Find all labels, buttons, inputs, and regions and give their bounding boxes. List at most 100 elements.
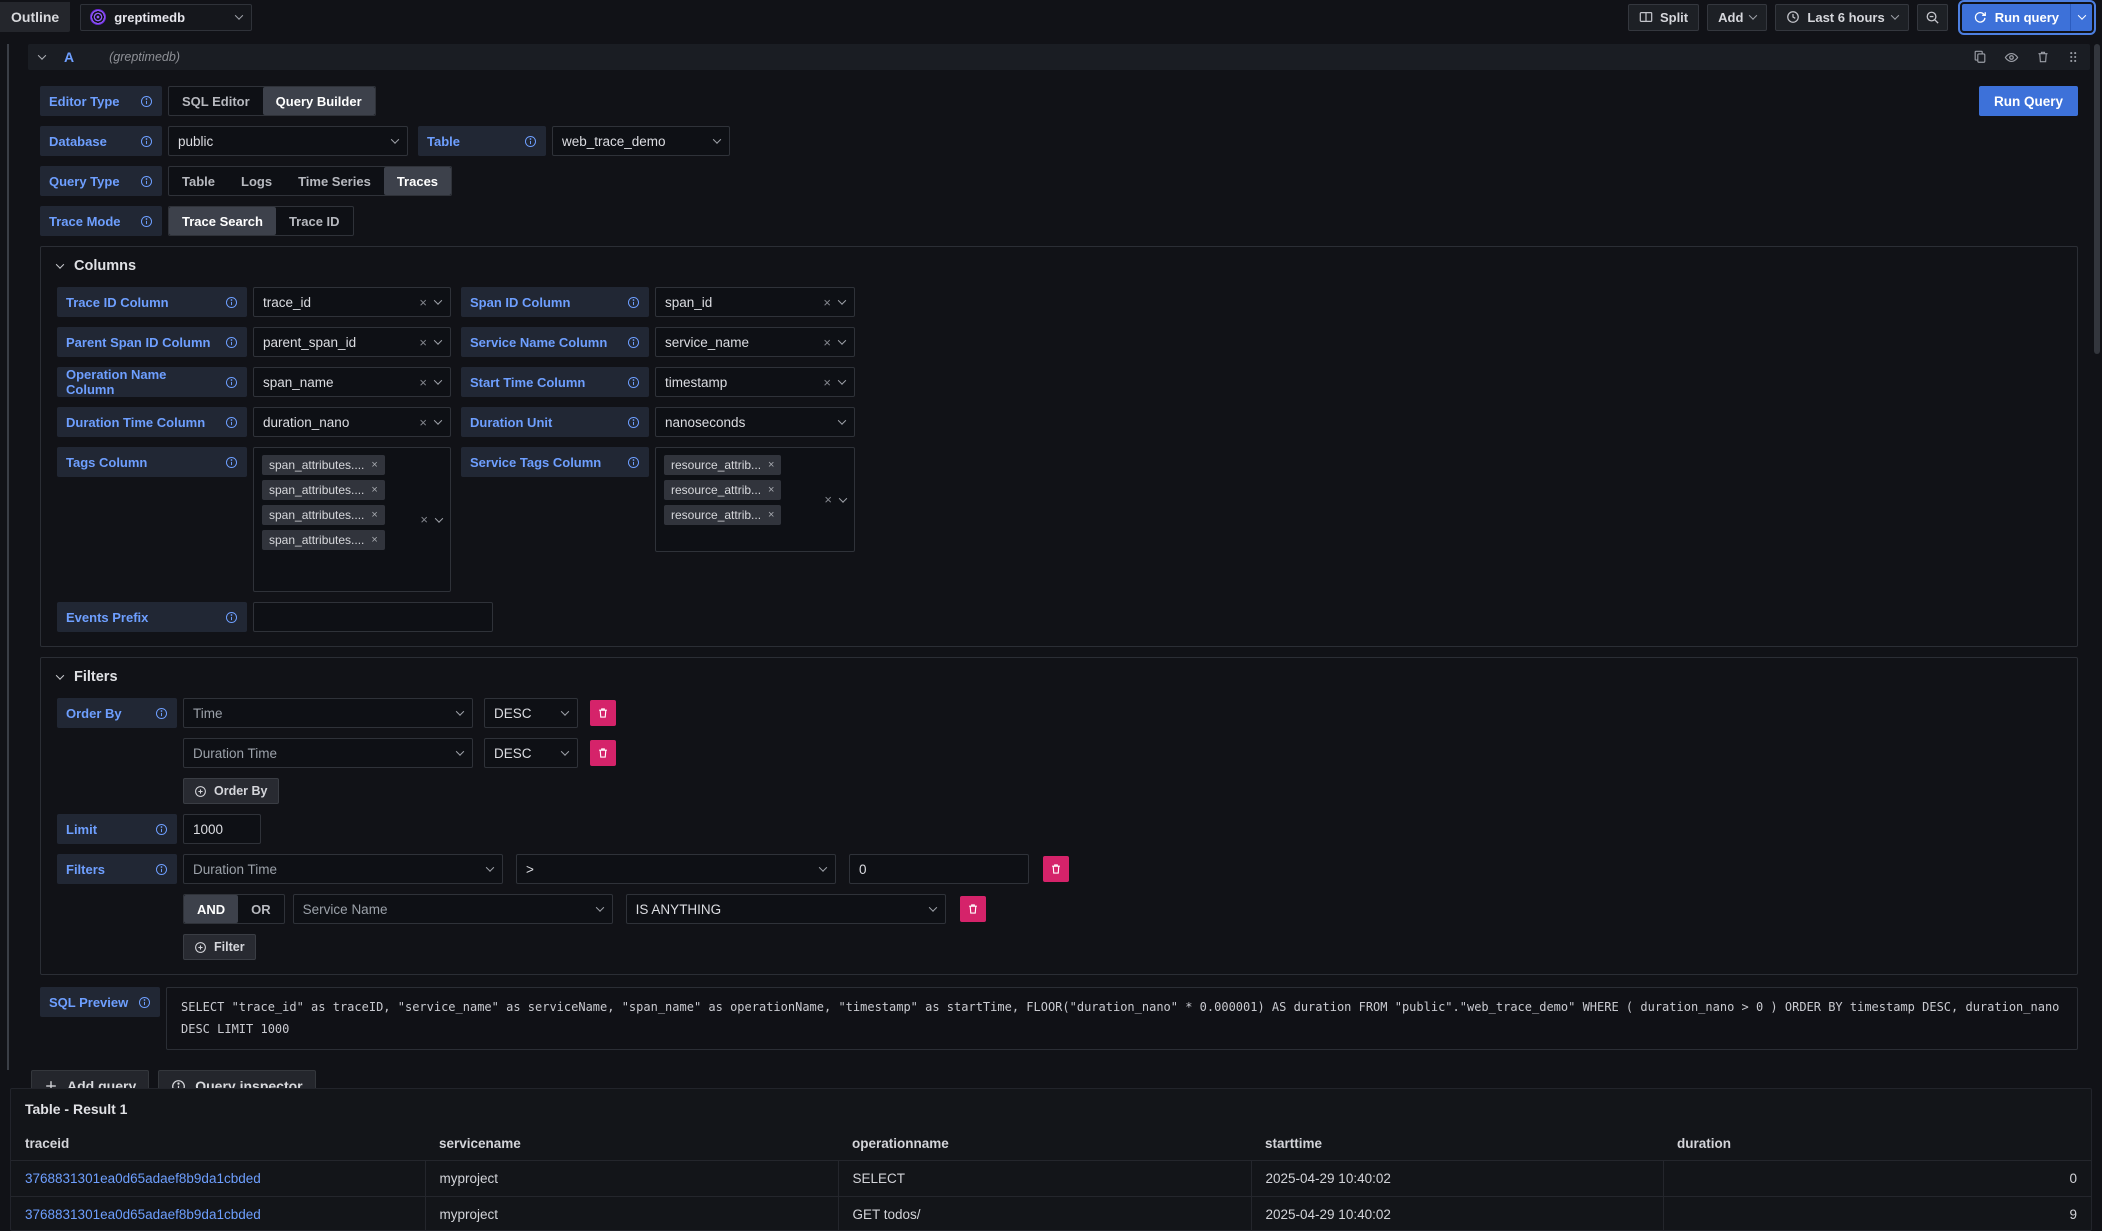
- query-row-header[interactable]: A (greptimedb): [28, 44, 2090, 70]
- filter-field-select[interactable]: Service Name: [293, 894, 613, 924]
- outline-toggle-button[interactable]: Outline: [0, 2, 70, 32]
- service-tags-column-multiselect[interactable]: resource_attrib...× resource_attrib...× …: [655, 447, 855, 552]
- info-icon[interactable]: [140, 95, 153, 108]
- column-header-traceid[interactable]: traceid: [11, 1127, 425, 1161]
- trace-id-column-select[interactable]: trace_id ×: [253, 287, 451, 317]
- column-header-operationname[interactable]: operationname: [838, 1127, 1251, 1161]
- clear-icon[interactable]: ×: [419, 415, 427, 430]
- column-header-starttime[interactable]: starttime: [1251, 1127, 1663, 1161]
- editor-run-query-button[interactable]: Run Query: [1979, 86, 2078, 116]
- info-icon[interactable]: [140, 175, 153, 188]
- info-icon[interactable]: [138, 996, 151, 1009]
- duration-time-column-select[interactable]: duration_nano ×: [253, 407, 451, 437]
- hide-response-eye-icon[interactable]: [2004, 50, 2019, 65]
- span-id-column-select[interactable]: span_id ×: [655, 287, 855, 317]
- info-icon[interactable]: [627, 416, 640, 429]
- add-filter-button[interactable]: Filter: [183, 934, 256, 960]
- query-type-option-traces[interactable]: Traces: [384, 167, 451, 195]
- info-icon[interactable]: [140, 135, 153, 148]
- query-type-option-time-series[interactable]: Time Series: [285, 167, 384, 195]
- filter-logic-and[interactable]: AND: [184, 895, 238, 923]
- clear-icon[interactable]: ×: [420, 512, 428, 527]
- time-range-picker[interactable]: Last 6 hours: [1775, 4, 1908, 31]
- info-icon[interactable]: [524, 135, 537, 148]
- remove-order-by-button[interactable]: [590, 740, 616, 766]
- remove-chip-icon[interactable]: ×: [768, 459, 774, 471]
- filters-section-header[interactable]: Filters: [41, 658, 2077, 696]
- table-select[interactable]: web_trace_demo: [552, 126, 730, 156]
- query-type-option-logs[interactable]: Logs: [228, 167, 285, 195]
- clear-icon[interactable]: ×: [823, 335, 831, 350]
- editor-type-option-query-builder[interactable]: Query Builder: [263, 87, 375, 115]
- order-by-direction-select[interactable]: DESC: [484, 738, 578, 768]
- service-name-column-select[interactable]: service_name ×: [655, 327, 855, 357]
- filter-value-input[interactable]: 0: [849, 854, 1029, 884]
- delete-query-trash-icon[interactable]: [2036, 50, 2050, 64]
- order-by-direction-select[interactable]: DESC: [484, 698, 578, 728]
- remove-chip-icon[interactable]: ×: [371, 509, 377, 521]
- filter-operator-select[interactable]: >: [516, 854, 836, 884]
- filter-logic-or[interactable]: OR: [238, 895, 284, 923]
- order-by-field-select[interactable]: Duration Time: [183, 738, 473, 768]
- column-header-servicename[interactable]: servicename: [425, 1127, 838, 1161]
- remove-chip-icon[interactable]: ×: [371, 534, 377, 546]
- filter-operator-select[interactable]: IS ANYTHING: [626, 894, 946, 924]
- remove-chip-icon[interactable]: ×: [768, 484, 774, 496]
- info-icon[interactable]: [225, 416, 238, 429]
- columns-section-header[interactable]: Columns: [41, 247, 2077, 285]
- tags-column-multiselect[interactable]: span_attributes....× span_attributes....…: [253, 447, 451, 592]
- remove-chip-icon[interactable]: ×: [371, 459, 377, 471]
- run-query-button[interactable]: Run query: [1962, 4, 2070, 31]
- zoom-out-time-button[interactable]: [1917, 4, 1948, 31]
- database-select[interactable]: public: [168, 126, 408, 156]
- run-query-interval-caret[interactable]: [2070, 4, 2092, 31]
- add-order-by-button[interactable]: Order By: [183, 778, 279, 804]
- duration-unit-select[interactable]: nanoseconds: [655, 407, 855, 437]
- pane-resize-gutter[interactable]: [7, 44, 9, 1070]
- trace-mode-option-trace-search[interactable]: Trace Search: [169, 207, 276, 235]
- clear-icon[interactable]: ×: [824, 492, 832, 507]
- limit-input[interactable]: 1000: [183, 814, 261, 844]
- trace-mode-option-trace-id[interactable]: Trace ID: [276, 207, 353, 235]
- filter-field-select[interactable]: Duration Time: [183, 854, 503, 884]
- remove-order-by-button[interactable]: [590, 700, 616, 726]
- info-icon[interactable]: [225, 376, 238, 389]
- add-dropdown-button[interactable]: Add: [1707, 4, 1767, 31]
- info-icon[interactable]: [627, 296, 640, 309]
- parent-span-id-column-select[interactable]: parent_span_id ×: [253, 327, 451, 357]
- start-time-column-select[interactable]: timestamp ×: [655, 367, 855, 397]
- trace-id-link[interactable]: 3768831301ea0d65adaef8b9da1cbded: [25, 1171, 261, 1186]
- info-icon[interactable]: [627, 456, 640, 469]
- remove-chip-icon[interactable]: ×: [768, 509, 774, 521]
- clear-icon[interactable]: ×: [419, 335, 427, 350]
- events-prefix-input[interactable]: [253, 602, 493, 632]
- clear-icon[interactable]: ×: [419, 375, 427, 390]
- query-type-option-table[interactable]: Table: [169, 167, 228, 195]
- datasource-picker[interactable]: greptimedb: [80, 4, 252, 31]
- clear-icon[interactable]: ×: [419, 295, 427, 310]
- remove-chip-icon[interactable]: ×: [371, 484, 377, 496]
- trace-id-link[interactable]: 3768831301ea0d65adaef8b9da1cbded: [25, 1207, 261, 1222]
- info-icon[interactable]: [140, 215, 153, 228]
- info-icon[interactable]: [155, 863, 168, 876]
- clear-icon[interactable]: ×: [823, 375, 831, 390]
- order-by-field-select[interactable]: Time: [183, 698, 473, 728]
- drag-handle-icon[interactable]: [2067, 50, 2079, 64]
- remove-filter-button[interactable]: [960, 896, 986, 922]
- operation-name-column-select[interactable]: span_name ×: [253, 367, 451, 397]
- duplicate-query-icon[interactable]: [1973, 50, 1987, 64]
- column-header-duration[interactable]: duration: [1663, 1127, 2091, 1161]
- editor-type-option-sql-editor[interactable]: SQL Editor: [169, 87, 263, 115]
- info-icon[interactable]: [155, 707, 168, 720]
- info-icon[interactable]: [225, 336, 238, 349]
- info-icon[interactable]: [225, 296, 238, 309]
- vertical-scrollbar[interactable]: [2094, 44, 2100, 354]
- info-icon[interactable]: [225, 456, 238, 469]
- clear-icon[interactable]: ×: [823, 295, 831, 310]
- split-button[interactable]: Split: [1628, 4, 1699, 31]
- info-icon[interactable]: [225, 611, 238, 624]
- info-icon[interactable]: [155, 823, 168, 836]
- info-icon[interactable]: [627, 336, 640, 349]
- remove-filter-button[interactable]: [1043, 856, 1069, 882]
- info-icon[interactable]: [627, 376, 640, 389]
